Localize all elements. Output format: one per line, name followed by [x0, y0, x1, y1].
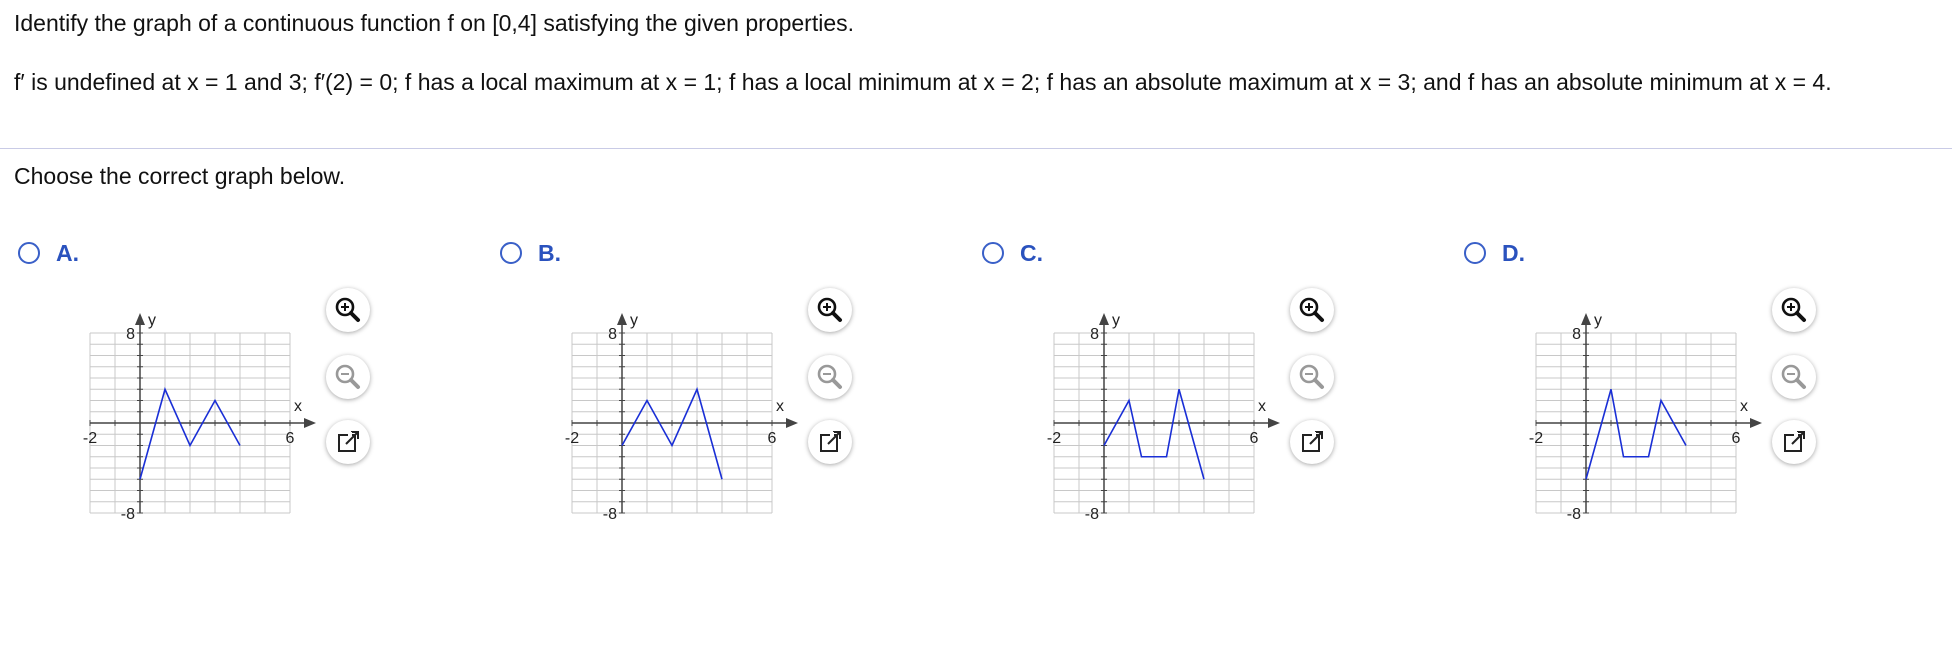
choice-graph[interactable]: y x 8 -8 -2 6 [1509, 288, 1769, 523]
choice-radio[interactable] [500, 242, 522, 264]
choice-label[interactable]: A. [56, 238, 79, 268]
y-tick-label-min: -8 [1085, 506, 1099, 523]
open-external-button[interactable] [1290, 420, 1334, 464]
zoom-in-icon [1781, 297, 1806, 322]
y-tick-label-min: -8 [603, 506, 617, 523]
zoom-in-button[interactable] [1772, 288, 1816, 332]
zoom-out-button[interactable] [1290, 355, 1334, 399]
y-axis-label: y [1112, 312, 1120, 329]
y-tick-label-min: -8 [1567, 506, 1581, 523]
choice-radio[interactable] [982, 242, 1004, 264]
answer-choice[interactable]: C. y x 8 -8 -2 6 [982, 238, 1382, 538]
x-tick-label-max: 6 [1250, 430, 1259, 447]
choice-label[interactable]: D. [1502, 238, 1525, 268]
x-axis-label: x [1740, 398, 1748, 415]
y-tick-label-max: 8 [608, 326, 617, 343]
zoom-out-button[interactable] [1772, 355, 1816, 399]
y-axis-arrow [135, 313, 145, 325]
choice-radio[interactable] [18, 242, 40, 264]
choice-graph[interactable]: y x 8 -8 -2 6 [545, 288, 805, 523]
y-tick-label-max: 8 [1572, 326, 1581, 343]
x-tick-label-max: 6 [286, 430, 295, 447]
y-axis-arrow [1581, 313, 1591, 325]
choice-label[interactable]: C. [1020, 238, 1043, 268]
x-tick-label-max: 6 [768, 430, 777, 447]
x-axis-arrow [1750, 418, 1762, 428]
zoom-out-button[interactable] [808, 355, 852, 399]
y-axis-label: y [1594, 312, 1602, 329]
x-tick-label-min: -2 [1529, 430, 1543, 447]
zoom-out-icon [1781, 364, 1806, 389]
question-prompt: Identify the graph of a continuous funct… [14, 10, 855, 36]
open-external-icon [1302, 431, 1323, 452]
zoom-out-icon [817, 364, 842, 389]
x-axis-label: x [294, 398, 302, 415]
zoom-out-icon [1299, 364, 1324, 389]
choice-label[interactable]: B. [538, 238, 561, 268]
x-tick-label-min: -2 [565, 430, 579, 447]
zoom-in-button[interactable] [326, 288, 370, 332]
open-external-button[interactable] [808, 420, 852, 464]
x-tick-label-min: -2 [1047, 430, 1061, 447]
x-tick-label-max: 6 [1732, 430, 1741, 447]
answer-choice[interactable]: A. y x 8 -8 -2 6 [18, 238, 418, 538]
open-external-icon [820, 431, 841, 452]
open-external-icon [338, 431, 359, 452]
x-axis-arrow [304, 418, 316, 428]
y-axis-arrow [617, 313, 627, 325]
x-axis-arrow [786, 418, 798, 428]
x-axis-label: x [776, 398, 784, 415]
y-axis-arrow [1099, 313, 1109, 325]
question-properties: f′ is undefined at x = 1 and 3; f′(2) = … [14, 69, 1832, 95]
open-external-button[interactable] [1772, 420, 1816, 464]
x-axis-label: x [1258, 398, 1266, 415]
choice-radio[interactable] [1464, 242, 1486, 264]
open-external-button[interactable] [326, 420, 370, 464]
answer-choice[interactable]: D. y x 8 -8 -2 6 [1464, 238, 1864, 538]
zoom-in-icon [817, 297, 842, 322]
y-tick-label-max: 8 [126, 326, 135, 343]
choice-graph[interactable]: y x 8 -8 -2 6 [1027, 288, 1287, 523]
y-axis-label: y [148, 312, 156, 329]
zoom-in-icon [335, 297, 360, 322]
x-axis-arrow [1268, 418, 1280, 428]
x-tick-label-min: -2 [83, 430, 97, 447]
open-external-icon [1784, 431, 1805, 452]
question-instruction: Choose the correct graph below. [14, 163, 346, 189]
y-tick-label-min: -8 [121, 506, 135, 523]
zoom-out-icon [335, 364, 360, 389]
divider [0, 148, 1952, 149]
y-axis-label: y [630, 312, 638, 329]
y-tick-label-max: 8 [1090, 326, 1099, 343]
zoom-in-icon [1299, 297, 1324, 322]
choice-graph[interactable]: y x 8 -8 -2 6 [63, 288, 323, 523]
zoom-in-button[interactable] [808, 288, 852, 332]
zoom-in-button[interactable] [1290, 288, 1334, 332]
zoom-out-button[interactable] [326, 355, 370, 399]
answer-choice[interactable]: B. y x 8 -8 -2 6 [500, 238, 900, 538]
